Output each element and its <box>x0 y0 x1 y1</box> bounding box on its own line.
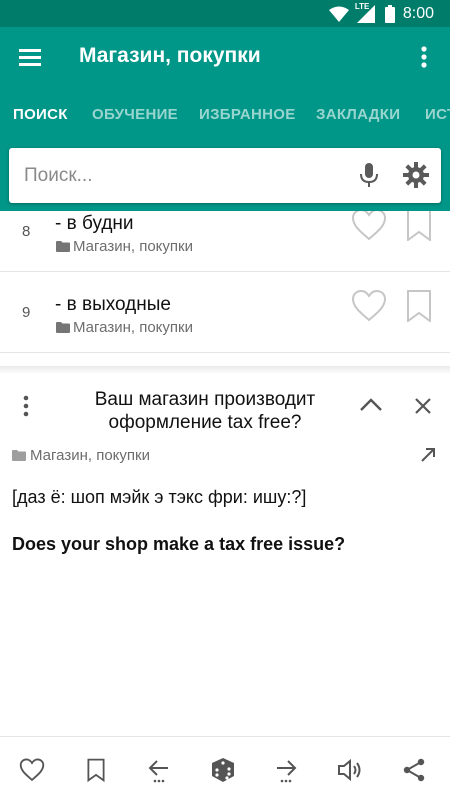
tab-favorites[interactable]: ИЗБРАННОЕ <box>199 87 296 143</box>
microphone-icon[interactable] <box>356 162 382 188</box>
status-time: 8:00 <box>402 5 434 22</box>
panel-divider <box>0 366 450 374</box>
status-bar: LTE 8:00 <box>0 0 450 27</box>
tab-bookmarks[interactable]: ЗАКЛАДКИ <box>316 87 400 143</box>
search-input[interactable]: Поиск... <box>9 148 441 203</box>
folder-icon <box>56 322 70 333</box>
transcription-text: [даз ё: шоп мэйк э тэкс фри: ишу:?] <box>12 487 307 507</box>
more-vertical-icon[interactable] <box>410 43 438 71</box>
search-area: Поиск... <box>0 143 450 211</box>
close-icon[interactable] <box>411 394 435 418</box>
heart-icon[interactable] <box>17 755 47 785</box>
app-bar: Магазин, покупки <box>0 27 450 87</box>
tab-learning[interactable]: ОБУЧЕНИЕ <box>92 87 178 143</box>
open-external-icon[interactable] <box>418 445 438 465</box>
more-vertical-icon[interactable] <box>14 394 38 418</box>
folder-icon <box>56 241 70 252</box>
item-category: Магазин, покупки <box>56 238 193 255</box>
translation-text: Does your shop make a tax free issue? <box>12 534 346 554</box>
hamburger-menu-icon[interactable] <box>16 43 44 71</box>
network-label: LTE <box>354 2 370 11</box>
wifi-icon <box>328 6 349 22</box>
next-icon[interactable] <box>271 755 301 785</box>
tab-search[interactable]: ПОИСК <box>13 87 68 143</box>
item-category: Магазин, покупки <box>56 319 193 336</box>
item-category-label: Магазин, покупки <box>73 238 193 255</box>
phrase-text: Ваш магазин производит оформление tax fr… <box>94 389 316 433</box>
tab-history[interactable]: ИСТ <box>425 87 450 143</box>
item-category-label: Магазин, покупки <box>73 319 193 336</box>
phrase-detail-panel: Ваш магазин производит оформление tax fr… <box>0 374 450 736</box>
search-placeholder: Поиск... <box>24 165 93 186</box>
bookmark-icon[interactable] <box>406 211 432 243</box>
phrase-list: 8 - в будни Магазин, покупки 9 - в выход… <box>0 211 450 371</box>
tab-bar: ПОИСК ОБУЧЕНИЕ ИЗБРАННОЕ ЗАКЛАДКИ ИСТ <box>0 87 450 143</box>
gear-icon[interactable] <box>402 161 430 189</box>
list-item[interactable]: 8 - в будни Магазин, покупки <box>0 211 450 272</box>
bookmark-icon[interactable] <box>406 290 432 324</box>
detail-category: Магазин, покупки <box>12 447 150 464</box>
list-item[interactable]: 9 - в выходные Магазин, покупки <box>0 272 450 353</box>
detail-category-label: Магазин, покупки <box>30 447 150 464</box>
item-number: 8 <box>22 223 31 240</box>
heart-icon[interactable] <box>351 289 387 323</box>
bookmark-icon[interactable] <box>81 755 111 785</box>
item-number: 9 <box>22 304 31 321</box>
bottom-toolbar <box>0 736 450 800</box>
battery-icon <box>384 5 395 23</box>
lte-signal-icon: LTE <box>354 2 377 23</box>
heart-icon[interactable] <box>351 211 387 242</box>
page-title: Магазин, покупки <box>79 44 261 67</box>
previous-icon[interactable] <box>144 755 174 785</box>
item-text: - в будни <box>55 213 134 234</box>
chevron-up-icon[interactable] <box>358 394 384 416</box>
folder-icon <box>12 450 26 461</box>
share-icon[interactable] <box>399 755 429 785</box>
item-text: - в выходные <box>55 294 171 315</box>
status-icons: LTE 8:00 <box>328 2 434 24</box>
random-dice-icon[interactable] <box>208 755 238 785</box>
speaker-icon[interactable] <box>335 755 365 785</box>
